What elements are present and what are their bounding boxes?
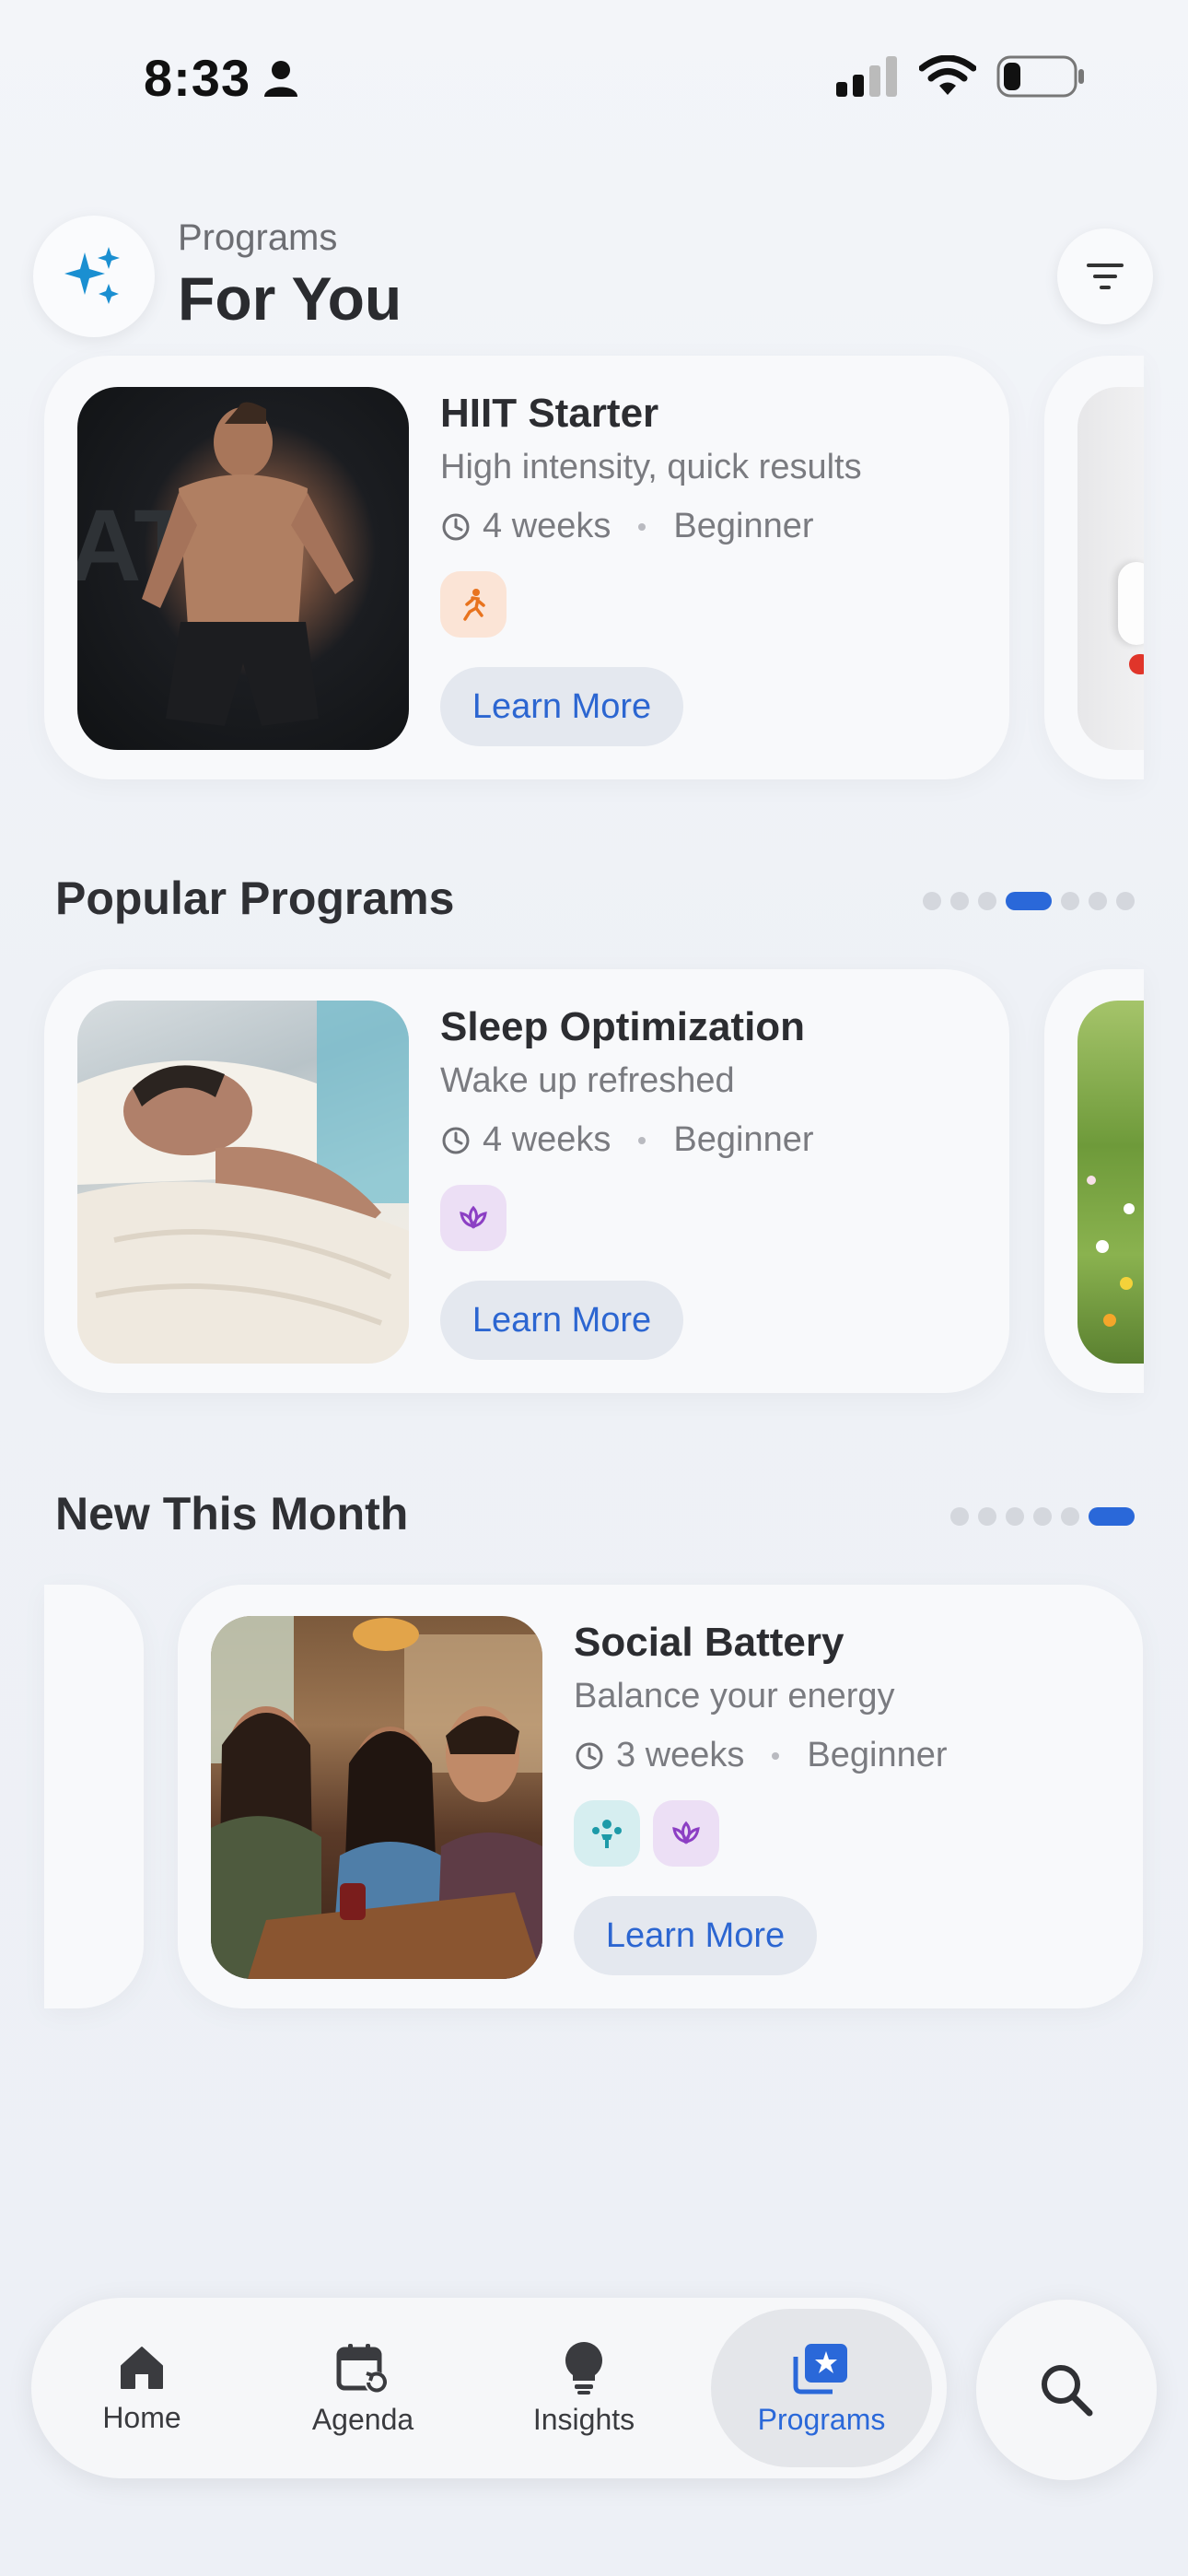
level-text: Beginner <box>673 1120 814 1159</box>
sleep-image <box>77 1001 409 1364</box>
nav-item-programs[interactable]: Programs <box>711 2309 932 2467</box>
pagination-dot[interactable] <box>950 892 969 910</box>
filter-icon <box>1087 263 1124 289</box>
search-button[interactable] <box>976 2300 1157 2480</box>
nav-label: Programs <box>757 2402 886 2436</box>
pagination-dot-active[interactable] <box>1089 1507 1135 1526</box>
card-title: HIIT Starter <box>440 391 659 436</box>
nav-item-insights[interactable]: Insights <box>473 2298 694 2478</box>
tag-mindfulness <box>653 1800 719 1867</box>
programs-icon <box>793 2343 847 2394</box>
card-title: Sleep Optimization <box>440 1004 806 1049</box>
bottom-nav: Home Agenda Insights Programs <box>31 2298 947 2478</box>
separator-dot <box>638 1136 646 1144</box>
prev-card-peek[interactable] <box>44 1585 144 2008</box>
pagination-dot[interactable] <box>923 892 941 910</box>
lightbulb-icon <box>565 2341 602 2395</box>
pagination-dot[interactable] <box>1033 1507 1052 1526</box>
tag-list <box>440 571 507 638</box>
nav-label: Insights <box>532 2402 635 2436</box>
signal-icon <box>836 56 897 97</box>
page-subtitle: Programs <box>178 217 338 258</box>
pagination-dot[interactable] <box>1116 892 1135 910</box>
card-title: Social Battery <box>574 1620 844 1665</box>
home-icon <box>121 2346 163 2389</box>
duration-text: 4 weeks <box>483 507 611 545</box>
pagination-dot[interactable] <box>1089 892 1107 910</box>
duration-text: 3 weeks <box>616 1736 745 1774</box>
person-icon <box>264 60 298 97</box>
learn-more-button[interactable]: Learn More <box>574 1896 817 1975</box>
new-month-card[interactable]: Social Battery Balance your energy 3 wee… <box>178 1585 1143 2008</box>
pagination-dot[interactable] <box>1006 1507 1024 1526</box>
clock-icon <box>442 1127 470 1153</box>
tag-list <box>440 1185 507 1251</box>
new-month-pagination[interactable] <box>950 1507 1135 1526</box>
card-meta: 4 weeks Beginner <box>440 1120 814 1160</box>
sparkles-button[interactable] <box>33 216 155 337</box>
pagination-dot[interactable] <box>1061 892 1079 910</box>
social-image <box>211 1616 542 1979</box>
clock-icon <box>442 513 470 540</box>
next-card-peek[interactable] <box>1044 969 1144 1393</box>
nav-label: Home <box>102 2400 181 2434</box>
card-subtitle: Balance your energy <box>574 1677 895 1715</box>
status-time: 8:33 <box>144 48 298 108</box>
hiit-image: AT <box>77 387 409 750</box>
card-subtitle: High intensity, quick results <box>440 448 862 486</box>
pagination-dot-active[interactable] <box>1006 892 1052 910</box>
page-title: For You <box>178 264 402 333</box>
learn-more-button[interactable]: Learn More <box>440 1281 683 1360</box>
search-icon <box>1042 2365 1093 2417</box>
clock-icon <box>576 1742 603 1769</box>
battery-icon <box>996 55 1084 98</box>
lotus-icon <box>672 1821 700 1844</box>
duration-text: 4 weeks <box>483 1120 611 1159</box>
learn-more-button[interactable]: Learn More <box>440 667 683 746</box>
card-meta: 3 weeks Beginner <box>574 1736 948 1775</box>
separator-dot <box>772 1751 780 1760</box>
level-text: Beginner <box>807 1736 948 1774</box>
new-month-section-title: New This Month <box>55 1488 409 1540</box>
nav-item-home[interactable]: Home <box>31 2298 252 2478</box>
pagination-dot[interactable] <box>1061 1507 1079 1526</box>
calendar-icon <box>336 2343 387 2394</box>
level-text: Beginner <box>673 507 814 545</box>
status-icons <box>836 55 1085 98</box>
filter-button[interactable] <box>1057 228 1153 324</box>
status-time-label: 8:33 <box>144 49 251 107</box>
tag-mindfulness <box>440 1185 507 1251</box>
running-icon <box>463 589 485 621</box>
popular-section-title: Popular Programs <box>55 872 455 924</box>
tag-running <box>440 571 507 638</box>
tag-social <box>574 1800 640 1867</box>
card-subtitle: Wake up refreshed <box>440 1061 735 1100</box>
nav-item-agenda[interactable]: Agenda <box>252 2298 473 2478</box>
next-card-peek[interactable] <box>1044 356 1144 779</box>
people-icon <box>592 1820 622 1848</box>
popular-pagination[interactable] <box>923 892 1135 910</box>
separator-dot <box>638 522 646 531</box>
pagination-dot[interactable] <box>978 892 996 910</box>
nav-label: Agenda <box>311 2402 414 2436</box>
popular-card[interactable]: Sleep Optimization Wake up refreshed 4 w… <box>44 969 1009 1393</box>
featured-card[interactable]: AT HIIT Starter High intensity, quick re… <box>44 356 1009 779</box>
pagination-dot[interactable] <box>950 1507 969 1526</box>
pagination-dot[interactable] <box>978 1507 996 1526</box>
card-meta: 4 weeks Beginner <box>440 507 814 546</box>
sparkles-icon <box>64 247 120 304</box>
wifi-icon <box>919 55 976 95</box>
tag-list <box>574 1800 719 1867</box>
lotus-icon <box>460 1205 487 1229</box>
